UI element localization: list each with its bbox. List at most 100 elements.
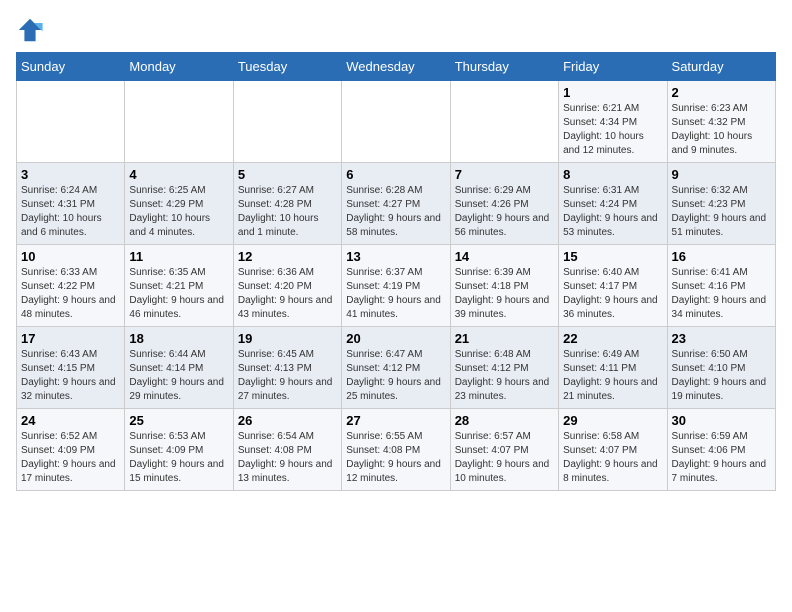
calendar-header-row: SundayMondayTuesdayWednesdayThursdayFrid… <box>17 53 776 81</box>
day-number: 8 <box>563 167 662 182</box>
calendar-cell: 10 Sunrise: 6:33 AM Sunset: 4:22 PM Dayli… <box>17 245 125 327</box>
day-number: 21 <box>455 331 554 346</box>
calendar-cell: 3 Sunrise: 6:24 AM Sunset: 4:31 PM Daylig… <box>17 163 125 245</box>
day-number: 27 <box>346 413 445 428</box>
week-row-1: 1 Sunrise: 6:21 AM Sunset: 4:34 PM Daylig… <box>17 81 776 163</box>
day-info: Sunrise: 6:21 AM Sunset: 4:34 PM Dayligh… <box>563 102 662 158</box>
calendar-cell: 17Sunrise: 6:43 AM Sunset: 4:15 PM Dayli… <box>17 327 125 409</box>
header <box>16 16 776 44</box>
day-info: Sunrise: 6:23 AM Sunset: 4:32 PM Dayligh… <box>672 102 771 158</box>
calendar-cell: 23 Sunrise: 6:50 AM Sunset: 4:10 PM Dayli… <box>667 327 775 409</box>
day-info: Sunrise: 6:37 AM Sunset: 4:19 PM Dayligh… <box>346 266 445 322</box>
calendar-cell: 4 Sunrise: 6:25 AM Sunset: 4:29 PM Daylig… <box>125 163 233 245</box>
calendar-cell: 19Sunrise: 6:45 AM Sunset: 4:13 PM Dayli… <box>233 327 341 409</box>
header-monday: Monday <box>125 53 233 81</box>
day-info: Sunrise: 6:57 AM Sunset: 4:07 PM Dayligh… <box>455 430 554 486</box>
day-info: Sunrise: 6:28 AM Sunset: 4:27 PM Dayligh… <box>346 184 445 240</box>
calendar-cell: 1 Sunrise: 6:21 AM Sunset: 4:34 PM Daylig… <box>559 81 667 163</box>
day-number: 5 <box>238 167 337 182</box>
day-info: Sunrise: 6:32 AM Sunset: 4:23 PM Dayligh… <box>672 184 771 240</box>
calendar-cell: 21 Sunrise: 6:48 AM Sunset: 4:12 PM Dayli… <box>450 327 558 409</box>
calendar-cell: 11 Sunrise: 6:35 AM Sunset: 4:21 PM Dayli… <box>125 245 233 327</box>
day-info: Sunrise: 6:40 AM Sunset: 4:17 PM Dayligh… <box>563 266 662 322</box>
day-info: Sunrise: 6:36 AM Sunset: 4:20 PM Dayligh… <box>238 266 337 322</box>
day-info: Sunrise: 6:41 AM Sunset: 4:16 PM Dayligh… <box>672 266 771 322</box>
calendar-cell: 24Sunrise: 6:52 AM Sunset: 4:09 PM Dayli… <box>17 409 125 491</box>
day-number: 28 <box>455 413 554 428</box>
day-info: Sunrise: 6:50 AM Sunset: 4:10 PM Dayligh… <box>672 348 771 404</box>
day-info: Sunrise: 6:35 AM Sunset: 4:21 PM Dayligh… <box>129 266 228 322</box>
day-info: Sunrise: 6:47 AM Sunset: 4:12 PM Dayligh… <box>346 348 445 404</box>
day-number: 16 <box>672 249 771 264</box>
day-info: Sunrise: 6:33 AM Sunset: 4:22 PM Dayligh… <box>21 266 120 322</box>
day-number: 10 <box>21 249 120 264</box>
calendar-cell: 6 Sunrise: 6:28 AM Sunset: 4:27 PM Daylig… <box>342 163 450 245</box>
calendar-cell: 28 Sunrise: 6:57 AM Sunset: 4:07 PM Dayli… <box>450 409 558 491</box>
calendar-cell <box>233 81 341 163</box>
day-info: Sunrise: 6:55 AM Sunset: 4:08 PM Dayligh… <box>346 430 445 486</box>
day-number: 14 <box>455 249 554 264</box>
week-row-5: 24Sunrise: 6:52 AM Sunset: 4:09 PM Dayli… <box>17 409 776 491</box>
calendar-cell: 18 Sunrise: 6:44 AM Sunset: 4:14 PM Dayli… <box>125 327 233 409</box>
header-friday: Friday <box>559 53 667 81</box>
day-number: 1 <box>563 85 662 100</box>
calendar-cell: 26Sunrise: 6:54 AM Sunset: 4:08 PM Dayli… <box>233 409 341 491</box>
day-number: 25 <box>129 413 228 428</box>
calendar-cell: 2 Sunrise: 6:23 AM Sunset: 4:32 PM Daylig… <box>667 81 775 163</box>
day-info: Sunrise: 6:25 AM Sunset: 4:29 PM Dayligh… <box>129 184 228 240</box>
calendar-cell: 12 Sunrise: 6:36 AM Sunset: 4:20 PM Dayli… <box>233 245 341 327</box>
calendar-table: SundayMondayTuesdayWednesdayThursdayFrid… <box>16 52 776 491</box>
calendar-cell <box>125 81 233 163</box>
calendar-cell: 9 Sunrise: 6:32 AM Sunset: 4:23 PM Daylig… <box>667 163 775 245</box>
day-number: 22 <box>563 331 662 346</box>
day-info: Sunrise: 6:39 AM Sunset: 4:18 PM Dayligh… <box>455 266 554 322</box>
calendar-cell: 22Sunrise: 6:49 AM Sunset: 4:11 PM Dayli… <box>559 327 667 409</box>
day-number: 3 <box>21 167 120 182</box>
calendar-cell: 15 Sunrise: 6:40 AM Sunset: 4:17 PM Dayli… <box>559 245 667 327</box>
day-info: Sunrise: 6:44 AM Sunset: 4:14 PM Dayligh… <box>129 348 228 404</box>
day-number: 20 <box>346 331 445 346</box>
week-row-3: 10 Sunrise: 6:33 AM Sunset: 4:22 PM Dayli… <box>17 245 776 327</box>
day-info: Sunrise: 6:54 AM Sunset: 4:08 PM Dayligh… <box>238 430 337 486</box>
calendar-cell: 25 Sunrise: 6:53 AM Sunset: 4:09 PM Dayli… <box>125 409 233 491</box>
day-number: 9 <box>672 167 771 182</box>
logo <box>16 16 48 44</box>
day-info: Sunrise: 6:53 AM Sunset: 4:09 PM Dayligh… <box>129 430 228 486</box>
day-info: Sunrise: 6:43 AM Sunset: 4:15 PM Dayligh… <box>21 348 120 404</box>
day-info: Sunrise: 6:29 AM Sunset: 4:26 PM Dayligh… <box>455 184 554 240</box>
day-number: 18 <box>129 331 228 346</box>
day-info: Sunrise: 6:24 AM Sunset: 4:31 PM Dayligh… <box>21 184 120 240</box>
day-info: Sunrise: 6:27 AM Sunset: 4:28 PM Dayligh… <box>238 184 337 240</box>
day-number: 7 <box>455 167 554 182</box>
header-sunday: Sunday <box>17 53 125 81</box>
day-number: 11 <box>129 249 228 264</box>
day-number: 19 <box>238 331 337 346</box>
day-info: Sunrise: 6:48 AM Sunset: 4:12 PM Dayligh… <box>455 348 554 404</box>
header-saturday: Saturday <box>667 53 775 81</box>
day-number: 13 <box>346 249 445 264</box>
day-info: Sunrise: 6:58 AM Sunset: 4:07 PM Dayligh… <box>563 430 662 486</box>
calendar-cell <box>342 81 450 163</box>
calendar-cell: 30Sunrise: 6:59 AM Sunset: 4:06 PM Dayli… <box>667 409 775 491</box>
day-number: 24 <box>21 413 120 428</box>
calendar-cell: 16 Sunrise: 6:41 AM Sunset: 4:16 PM Dayli… <box>667 245 775 327</box>
day-number: 12 <box>238 249 337 264</box>
header-thursday: Thursday <box>450 53 558 81</box>
day-number: 29 <box>563 413 662 428</box>
calendar-cell: 8 Sunrise: 6:31 AM Sunset: 4:24 PM Daylig… <box>559 163 667 245</box>
day-number: 4 <box>129 167 228 182</box>
calendar-cell: 5 Sunrise: 6:27 AM Sunset: 4:28 PM Daylig… <box>233 163 341 245</box>
day-info: Sunrise: 6:31 AM Sunset: 4:24 PM Dayligh… <box>563 184 662 240</box>
day-info: Sunrise: 6:59 AM Sunset: 4:06 PM Dayligh… <box>672 430 771 486</box>
calendar-cell: 29 Sunrise: 6:58 AM Sunset: 4:07 PM Dayli… <box>559 409 667 491</box>
week-row-4: 17Sunrise: 6:43 AM Sunset: 4:15 PM Dayli… <box>17 327 776 409</box>
day-number: 15 <box>563 249 662 264</box>
day-number: 2 <box>672 85 771 100</box>
calendar-cell: 7 Sunrise: 6:29 AM Sunset: 4:26 PM Daylig… <box>450 163 558 245</box>
day-number: 6 <box>346 167 445 182</box>
day-number: 23 <box>672 331 771 346</box>
calendar-cell: 20 Sunrise: 6:47 AM Sunset: 4:12 PM Dayli… <box>342 327 450 409</box>
logo-icon <box>16 16 44 44</box>
calendar-cell: 13 Sunrise: 6:37 AM Sunset: 4:19 PM Dayli… <box>342 245 450 327</box>
header-wednesday: Wednesday <box>342 53 450 81</box>
